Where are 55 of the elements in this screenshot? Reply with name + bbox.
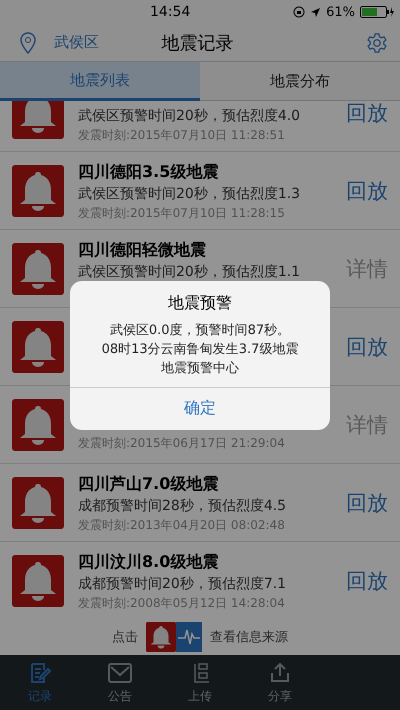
mail-icon <box>107 660 133 684</box>
record-title: 四川德阳轻微地震 <box>78 240 207 261</box>
replay-link[interactable]: 回放 <box>346 488 388 516</box>
record-subtitle: 成都预警时间20秒，预估烈度7.1 <box>78 575 288 593</box>
record-time: 发震时刻:2015年06月17日 21:29:04 <box>78 435 286 452</box>
record-subtitle: 武侯区预警时间20秒，预估烈度1.3 <box>78 185 302 203</box>
record-subtitle: 成都预警时间28秒，预估烈度4.5 <box>78 497 288 515</box>
bell-icon <box>12 554 64 606</box>
replay-link[interactable]: 回放 <box>346 101 388 126</box>
alert-title: 地震预警 <box>168 292 232 314</box>
alert-message: 地震预警中心 <box>161 360 239 376</box>
record-time: 发震时刻:2015年07月10日 11:28:51 <box>78 127 286 144</box>
location-arrow-icon <box>310 6 322 18</box>
tab-bar-item[interactable]: 分享 <box>240 655 320 710</box>
tab-bar-item[interactable]: 记录 <box>0 655 80 710</box>
alert-message: 08时13分云南鲁甸发生3.7级地震 <box>102 340 298 358</box>
alert-message: 武侯区0.0度，预警时间87秒。 <box>110 322 290 338</box>
bell-icon <box>12 242 64 294</box>
lock-rotation-icon <box>293 6 306 18</box>
tab-bar-item[interactable]: 公告 <box>80 655 160 710</box>
record-subtitle: 武侯区预警时间20秒，预估烈度4.0 <box>78 107 302 125</box>
segment-tab[interactable]: 地震列表 <box>0 62 200 101</box>
bell-icon <box>146 622 176 652</box>
detail-link[interactable]: 详情 <box>346 410 388 438</box>
segment-tab[interactable]: 地震分布 <box>200 62 400 101</box>
battery-icon <box>360 6 394 18</box>
record-subtitle: 武侯区预警时间20秒，预估烈度1.1 <box>78 263 302 281</box>
bell-icon <box>12 398 64 450</box>
replay-link[interactable]: 回放 <box>346 332 388 360</box>
bell-icon <box>12 101 64 138</box>
footer-text: 查看信息来源 <box>210 628 288 646</box>
record-time: 发震时刻:2008年05月12日 14:28:04 <box>78 595 286 612</box>
footer-text: 点击 <box>112 628 138 646</box>
edit-icon <box>28 660 52 684</box>
tab-bar-item[interactable]: 上传 <box>160 655 240 710</box>
settings-icon[interactable] <box>366 32 388 54</box>
location-pin-icon[interactable] <box>20 32 36 54</box>
replay-link[interactable]: 回放 <box>346 566 388 594</box>
bell-icon <box>12 476 64 528</box>
location-label[interactable]: 武侯区 <box>54 33 99 52</box>
record-time: 发震时刻:2013年04月20日 08:02:48 <box>78 517 286 534</box>
battery-percent: 61% <box>326 4 355 20</box>
record-time: 发震时刻:2015年07月10日 11:28:15 <box>78 205 286 222</box>
waveform-icon <box>176 622 202 652</box>
detail-link[interactable]: 详情 <box>346 254 388 282</box>
record-title: 四川德阳3.5级地震 <box>78 162 220 183</box>
record-title: 四川芦山7.0级地震 <box>78 474 220 495</box>
confirm-button[interactable]: 确定 <box>70 388 330 430</box>
clock-time: 14:54 <box>150 4 190 20</box>
share-icon <box>268 660 292 684</box>
bell-icon <box>12 164 64 216</box>
replay-link[interactable]: 回放 <box>346 176 388 204</box>
page-title: 地震记录 <box>162 32 234 54</box>
bell-icon <box>12 320 64 372</box>
record-title: 四川汶川8.0级地震 <box>78 552 220 573</box>
